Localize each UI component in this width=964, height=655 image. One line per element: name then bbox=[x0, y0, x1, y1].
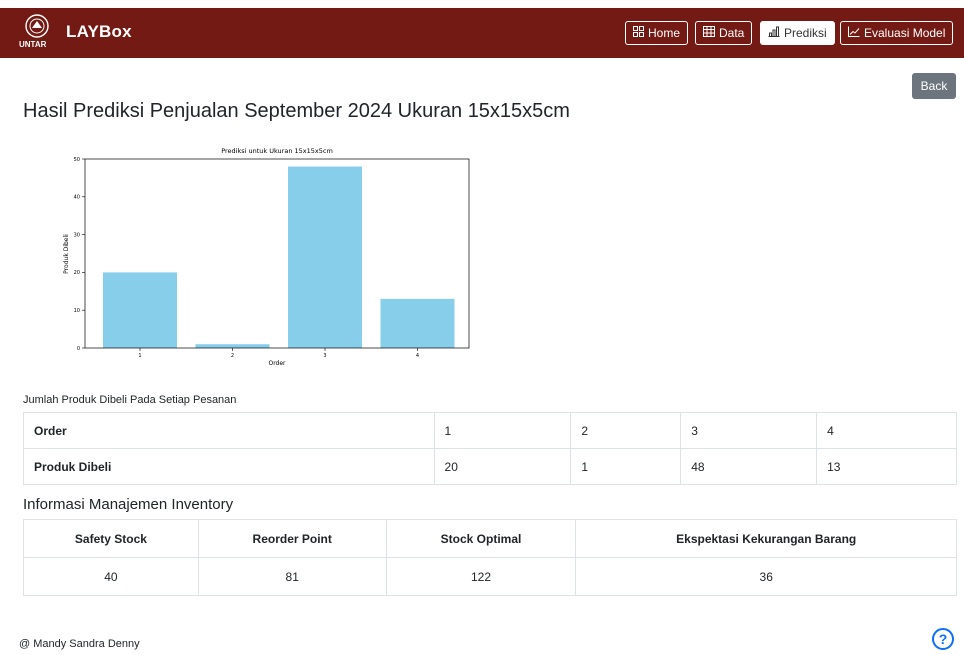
produk-cell: 1 bbox=[570, 448, 682, 485]
safety-stock-value: 40 bbox=[23, 557, 199, 596]
chart-title: Prediksi untuk Ukuran 15x15x5cm bbox=[221, 147, 333, 155]
chart-bar bbox=[103, 272, 177, 348]
chart-bar bbox=[195, 344, 270, 348]
y-tick-label: 40 bbox=[74, 195, 80, 201]
logo-text: UNTAR bbox=[19, 40, 47, 49]
footer-credit: @ Mandy Sandra Denny bbox=[19, 638, 140, 650]
order-cell: 4 bbox=[816, 412, 957, 449]
untar-logo[interactable]: UNTAR bbox=[18, 12, 56, 54]
line-chart-icon bbox=[848, 26, 860, 40]
nav-evaluasi-button[interactable]: Evaluasi Model bbox=[840, 21, 954, 45]
chart-plot-area: 1 2 3 401020304050 bbox=[74, 157, 470, 359]
nav-data-label: Data bbox=[719, 26, 745, 40]
nav-prediksi-label: Prediksi bbox=[784, 26, 827, 40]
order-table: Order 1 2 3 4 Produk Dibeli 20 1 48 13 bbox=[23, 412, 957, 485]
produk-header-cell: Produk Dibeli bbox=[23, 448, 435, 485]
y-tick-label: 20 bbox=[74, 270, 80, 276]
nav-data-button[interactable]: Data bbox=[695, 21, 753, 45]
order-cell: 2 bbox=[570, 412, 682, 449]
chart-bar bbox=[288, 166, 362, 348]
table-row: 40 81 122 36 bbox=[23, 557, 957, 596]
table-icon bbox=[703, 26, 715, 40]
brand-title[interactable]: LAYBox bbox=[66, 22, 132, 42]
nav-evaluasi-label: Evaluasi Model bbox=[864, 26, 946, 40]
safety-stock-header: Safety Stock bbox=[23, 519, 199, 558]
ekspektasi-header: Ekspektasi Kekurangan Barang bbox=[575, 519, 957, 558]
order-header-cell: Order bbox=[23, 412, 435, 449]
back-button[interactable]: Back bbox=[912, 73, 956, 99]
produk-cell: 20 bbox=[433, 448, 572, 485]
y-tick-label: 50 bbox=[74, 157, 80, 163]
chart-ylabel: Produk Dibeli bbox=[63, 234, 70, 274]
produk-cell: 13 bbox=[816, 448, 957, 485]
x-tick-label: 4 bbox=[416, 353, 419, 359]
y-tick-label: 10 bbox=[74, 308, 80, 314]
ekspektasi-value: 36 bbox=[575, 557, 957, 596]
order-cell: 3 bbox=[680, 412, 818, 449]
grid-icon bbox=[633, 26, 644, 40]
table-row: Order 1 2 3 4 bbox=[23, 412, 957, 449]
nav-home-label: Home bbox=[648, 26, 681, 40]
table-row: Produk Dibeli 20 1 48 13 bbox=[23, 448, 957, 485]
inventory-title: Informasi Manajemen Inventory bbox=[23, 496, 234, 513]
bar-chart-icon bbox=[768, 26, 780, 40]
order-cell: 1 bbox=[433, 412, 572, 449]
chart-xlabel: Order bbox=[268, 360, 286, 367]
page-title: Hasil Prediksi Penjualan September 2024 … bbox=[23, 100, 570, 122]
y-tick-label: 30 bbox=[74, 232, 80, 238]
x-tick-label: 2 bbox=[231, 353, 234, 359]
chart-bar bbox=[380, 298, 455, 348]
x-tick-label: 3 bbox=[323, 353, 326, 359]
order-table-caption: Jumlah Produk Dibeli Pada Setiap Pesanan bbox=[23, 394, 237, 406]
reorder-point-value: 81 bbox=[197, 557, 387, 596]
stock-optimal-header: Stock Optimal bbox=[385, 519, 577, 558]
chart-svg: Prediksi untuk Ukuran 15x15x5cm Order Pr… bbox=[63, 147, 470, 367]
stock-optimal-value: 122 bbox=[385, 557, 577, 596]
produk-cell: 48 bbox=[680, 448, 818, 485]
help-icon[interactable]: ? bbox=[932, 628, 954, 650]
table-header-row: Safety Stock Reorder Point Stock Optimal… bbox=[23, 519, 957, 558]
x-tick-label: 1 bbox=[138, 353, 141, 359]
reorder-point-header: Reorder Point bbox=[197, 519, 387, 558]
nav-home-button[interactable]: Home bbox=[625, 21, 689, 45]
nav-prediksi-button[interactable]: Prediksi bbox=[760, 21, 835, 45]
prediction-chart: Prediksi untuk Ukuran 15x15x5cm Order Pr… bbox=[23, 128, 519, 376]
inventory-table: Safety Stock Reorder Point Stock Optimal… bbox=[23, 519, 957, 596]
navbar: UNTAR LAYBox Home Data Prediksi Evaluasi… bbox=[0, 8, 964, 58]
y-tick-label: 0 bbox=[77, 346, 80, 352]
